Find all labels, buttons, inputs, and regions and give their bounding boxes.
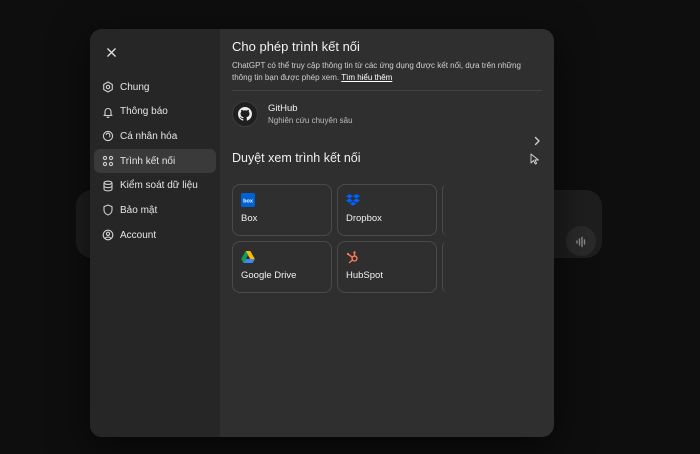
sidebar-item-label: Trình kết nối <box>120 155 176 167</box>
connector-tile-box[interactable]: box Box <box>232 184 332 236</box>
background-voice-button <box>566 226 596 256</box>
waveform-icon <box>575 235 587 248</box>
connector-tile-dropbox[interactable]: Dropbox <box>337 184 437 236</box>
settings-sidebar: Chung Thông báo Cá nhân hóa Trình kết nố… <box>90 29 220 437</box>
sidebar-item-label: Bảo mật <box>120 204 158 216</box>
dropbox-logo-icon <box>346 193 360 207</box>
connector-name: Google Drive <box>241 270 297 281</box>
sidebar-item-notifications[interactable]: Thông báo <box>94 100 216 124</box>
sidebar-item-account[interactable]: Account <box>94 223 216 247</box>
connector-name: HubSpot <box>346 270 383 281</box>
divider <box>232 90 542 91</box>
sidebar-item-label: Account <box>120 229 157 241</box>
sidebar-item-personalization[interactable]: Cá nhân hóa <box>94 124 216 148</box>
sidebar-item-connectors[interactable]: Trình kết nối <box>94 149 216 174</box>
sidebar-item-label: Chung <box>120 81 150 93</box>
page-description: ChatGPT có thể truy cập thông tin từ các… <box>232 60 542 84</box>
sidebar-item-label: Cá nhân hóa <box>120 130 178 142</box>
personalize-icon <box>102 130 114 142</box>
sidebar-item-general[interactable]: Chung <box>94 75 216 99</box>
gear-icon <box>102 81 114 93</box>
sidebar-item-data-controls[interactable]: Kiểm soát dữ liệu <box>94 174 216 198</box>
chevron-right-icon[interactable] <box>532 133 542 151</box>
browse-connectors-heading: Duyệt xem trình kết nối <box>232 151 361 165</box>
connector-tile-partial[interactable] <box>442 184 448 236</box>
connector-tile-partial[interactable] <box>442 241 448 293</box>
connector-subtitle: Nghiên cứu chuyên sâu <box>268 116 353 125</box>
box-logo-icon: box <box>241 193 255 207</box>
connected-connector-text: GitHub Nghiên cứu chuyên sâu <box>268 103 353 125</box>
connector-name: Box <box>241 213 258 224</box>
hubspot-logo-icon <box>346 250 360 264</box>
github-logo-icon <box>232 101 258 127</box>
learn-more-link[interactable]: Tìm hiểu thêm <box>341 73 392 82</box>
settings-modal: Chung Thông báo Cá nhân hóa Trình kết nố… <box>90 29 554 437</box>
user-icon <box>102 229 114 241</box>
connectors-icon <box>102 155 114 167</box>
google-drive-logo-icon <box>241 250 255 264</box>
close-icon <box>106 47 116 57</box>
mouse-cursor-icon <box>530 152 540 170</box>
sidebar-item-label: Kiểm soát dữ liệu <box>120 180 198 192</box>
connector-name: Dropbox <box>346 213 382 224</box>
connectors-panel: Cho phép trình kết nối ChatGPT có thể tr… <box>220 29 554 437</box>
svg-text:box: box <box>243 198 254 204</box>
database-icon <box>102 180 114 192</box>
bell-icon <box>102 106 114 118</box>
shield-icon <box>102 204 114 216</box>
close-button[interactable] <box>98 39 124 65</box>
sidebar-item-label: Thông báo <box>120 106 168 118</box>
page-title: Cho phép trình kết nối <box>232 39 360 54</box>
connected-connector-github[interactable]: GitHub Nghiên cứu chuyên sâu <box>232 93 542 135</box>
connector-tile-hubspot[interactable]: HubSpot <box>337 241 437 293</box>
connector-tile-google-drive[interactable]: Google Drive <box>232 241 332 293</box>
sidebar-item-security[interactable]: Bảo mật <box>94 198 216 222</box>
connector-name: GitHub <box>268 103 298 114</box>
settings-nav: Chung Thông báo Cá nhân hóa Trình kết nố… <box>94 75 216 247</box>
